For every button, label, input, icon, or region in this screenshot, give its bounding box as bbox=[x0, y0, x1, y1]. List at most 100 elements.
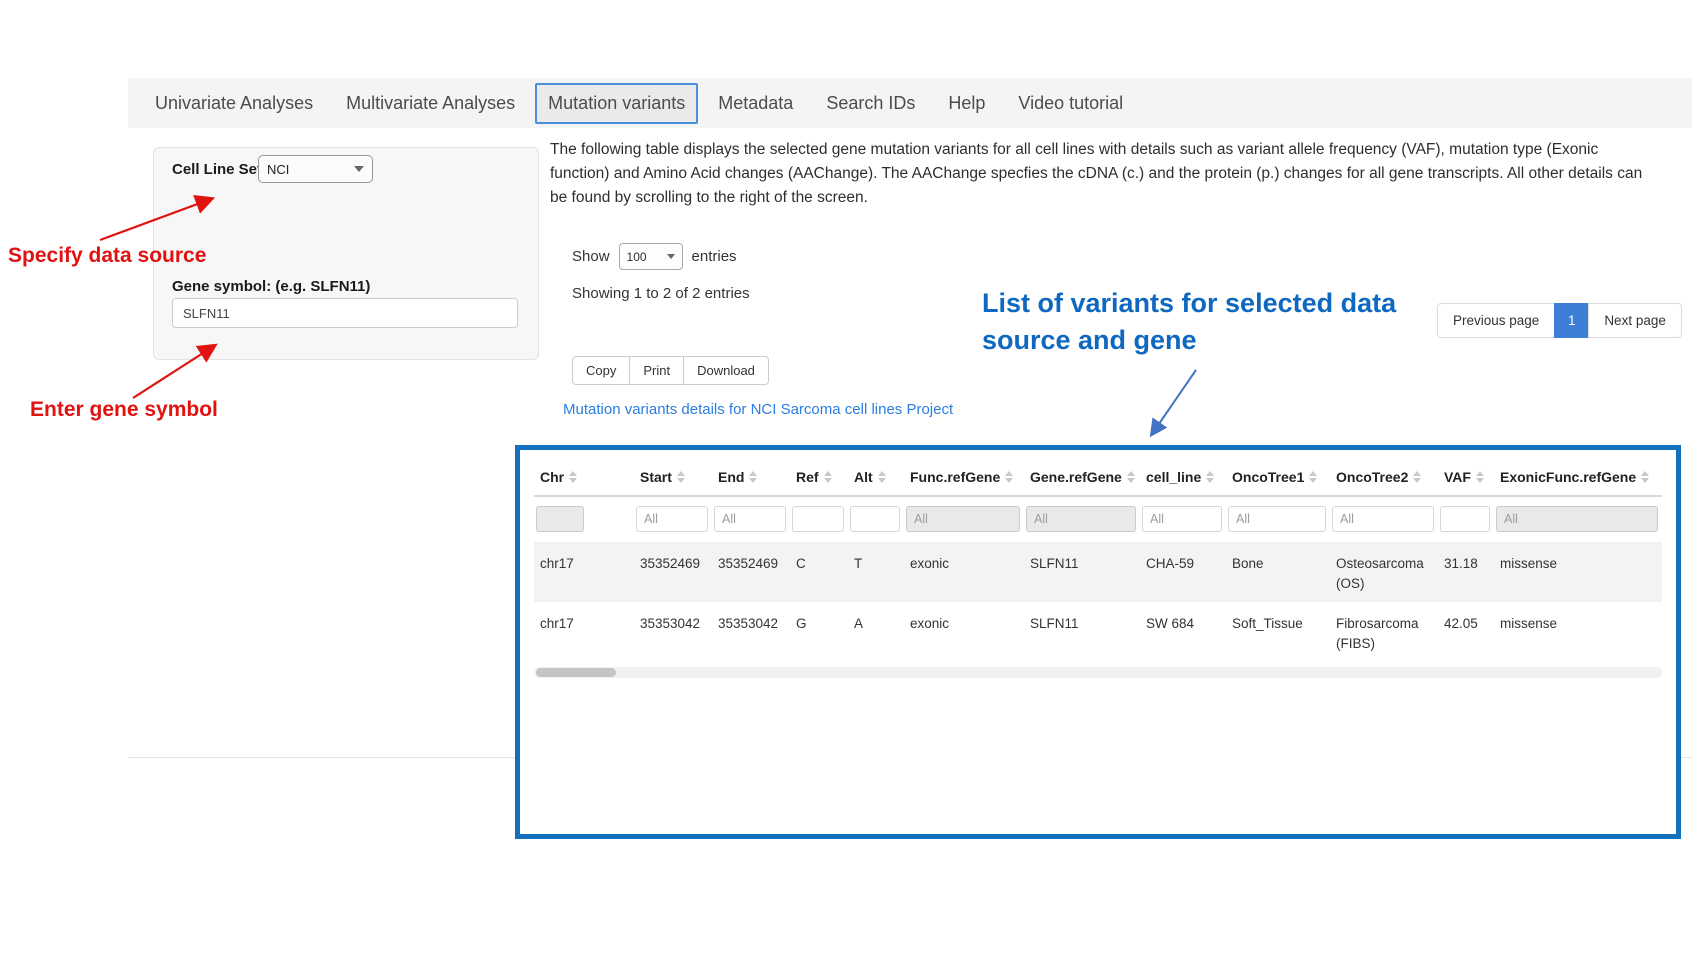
sort-icon[interactable] bbox=[1206, 471, 1214, 483]
cell-end: 35353042 bbox=[712, 602, 790, 662]
query-panel: Cell Line Set NCI Gene symbol: (e.g. SLF… bbox=[153, 147, 539, 360]
tab-video-tutorial[interactable]: Video tutorial bbox=[1005, 83, 1136, 124]
copy-button[interactable]: Copy bbox=[572, 356, 630, 385]
variants-table-container: Chr Start End Ref Alt Func.refGene Gene.… bbox=[515, 445, 1681, 839]
column-header-exonicfunc-refgene[interactable]: ExonicFunc.refGene bbox=[1494, 460, 1662, 495]
cell-exonicfunc-refgene: missense bbox=[1494, 542, 1662, 602]
cell-alt: T bbox=[848, 542, 904, 602]
tab-mutation-variants[interactable]: Mutation variants bbox=[535, 83, 698, 124]
cell-oncotree2: Fibrosarcoma (FIBS) bbox=[1330, 602, 1438, 662]
filter-input-func-refgene[interactable] bbox=[906, 506, 1020, 532]
sort-icon[interactable] bbox=[1641, 471, 1649, 483]
filter-input-ref[interactable] bbox=[792, 506, 844, 532]
column-header-end[interactable]: End bbox=[712, 460, 790, 495]
annotation-enter-gene-symbol: Enter gene symbol bbox=[30, 398, 218, 422]
cell-gene-refgene: SLFN11 bbox=[1024, 602, 1140, 662]
annotation-specify-data-source: Specify data source bbox=[8, 244, 206, 268]
cell-vaf: 31.18 bbox=[1438, 542, 1494, 602]
sort-icon[interactable] bbox=[1127, 471, 1135, 483]
gene-symbol-label: Gene symbol: (e.g. SLFN11) bbox=[172, 278, 370, 295]
page: Univariate Analyses Multivariate Analyse… bbox=[0, 0, 1700, 956]
pagination: Previous page 1 Next page bbox=[1437, 303, 1682, 338]
filter-input-start[interactable] bbox=[636, 506, 708, 532]
filter-input-cell-line[interactable] bbox=[1142, 506, 1222, 532]
table-header-row: Chr Start End Ref Alt Func.refGene Gene.… bbox=[534, 460, 1662, 497]
column-header-start[interactable]: Start bbox=[634, 460, 712, 495]
show-entries-row: Show 100 entries bbox=[572, 243, 737, 270]
cell-start: 35352469 bbox=[634, 542, 712, 602]
scrollbar-thumb[interactable] bbox=[536, 668, 616, 677]
column-header-vaf[interactable]: VAF bbox=[1438, 460, 1494, 495]
tab-metadata[interactable]: Metadata bbox=[705, 83, 806, 124]
showing-entries-text: Showing 1 to 2 of 2 entries bbox=[572, 285, 750, 302]
cell-oncotree1: Bone bbox=[1226, 542, 1330, 602]
download-button[interactable]: Download bbox=[683, 356, 769, 385]
cell-alt: A bbox=[848, 602, 904, 662]
cell-chr: chr17 bbox=[534, 602, 634, 662]
cell-oncotree1: Soft_Tissue bbox=[1226, 602, 1330, 662]
annotation-list-of-variants: List of variants for selected data sourc… bbox=[982, 285, 1396, 359]
sort-icon[interactable] bbox=[1309, 471, 1317, 483]
table-row: chr17 35352469 35352469 C T exonic SLFN1… bbox=[534, 542, 1662, 602]
cell-chr: chr17 bbox=[534, 542, 634, 602]
column-header-ref[interactable]: Ref bbox=[790, 460, 848, 495]
sort-icon[interactable] bbox=[878, 471, 886, 483]
cell-end: 35352469 bbox=[712, 542, 790, 602]
print-button[interactable]: Print bbox=[629, 356, 684, 385]
filter-input-gene-refgene[interactable] bbox=[1026, 506, 1136, 532]
column-header-alt[interactable]: Alt bbox=[848, 460, 904, 495]
page-size-select[interactable]: 100 bbox=[619, 243, 683, 270]
filter-input-oncotree1[interactable] bbox=[1228, 506, 1326, 532]
table-row: chr17 35353042 35353042 G A exonic SLFN1… bbox=[534, 602, 1662, 662]
cell-line-set-value: NCI bbox=[267, 162, 289, 177]
chevron-down-icon bbox=[667, 254, 675, 259]
next-page-button[interactable]: Next page bbox=[1588, 303, 1682, 338]
cell-ref: G bbox=[790, 602, 848, 662]
filter-input-oncotree2[interactable] bbox=[1332, 506, 1434, 532]
current-page-button[interactable]: 1 bbox=[1554, 303, 1589, 338]
main-nav: Univariate Analyses Multivariate Analyse… bbox=[128, 78, 1692, 128]
export-button-group: Copy Print Download bbox=[572, 356, 769, 385]
cell-func-refgene: exonic bbox=[904, 542, 1024, 602]
tab-multivariate-analyses[interactable]: Multivariate Analyses bbox=[333, 83, 528, 124]
entries-label: entries bbox=[692, 248, 737, 265]
cell-line-set-select[interactable]: NCI bbox=[258, 155, 373, 183]
show-label: Show bbox=[572, 248, 610, 265]
filter-input-vaf[interactable] bbox=[1440, 506, 1490, 532]
sort-icon[interactable] bbox=[1005, 471, 1013, 483]
column-header-func-refgene[interactable]: Func.refGene bbox=[904, 460, 1024, 495]
horizontal-scrollbar[interactable] bbox=[534, 667, 1662, 678]
column-header-chr[interactable]: Chr bbox=[534, 460, 634, 495]
table-description: The following table displays the selecte… bbox=[550, 138, 1657, 210]
column-header-cell-line[interactable]: cell_line bbox=[1140, 460, 1226, 495]
cell-func-refgene: exonic bbox=[904, 602, 1024, 662]
cell-gene-refgene: SLFN11 bbox=[1024, 542, 1140, 602]
filter-input-exonicfunc-refgene[interactable] bbox=[1496, 506, 1658, 532]
sort-icon[interactable] bbox=[569, 471, 577, 483]
column-header-gene-refgene[interactable]: Gene.refGene bbox=[1024, 460, 1140, 495]
cell-ref: C bbox=[790, 542, 848, 602]
tab-help[interactable]: Help bbox=[935, 83, 998, 124]
sort-icon[interactable] bbox=[824, 471, 832, 483]
filter-input-alt[interactable] bbox=[850, 506, 900, 532]
tab-univariate-analyses[interactable]: Univariate Analyses bbox=[142, 83, 326, 124]
sort-icon[interactable] bbox=[1476, 471, 1484, 483]
filter-input-end[interactable] bbox=[714, 506, 786, 532]
cell-line-set-label: Cell Line Set bbox=[172, 161, 262, 178]
sort-icon[interactable] bbox=[677, 471, 685, 483]
table-title-link[interactable]: Mutation variants details for NCI Sarcom… bbox=[563, 401, 953, 418]
filter-input-chr[interactable] bbox=[536, 506, 584, 532]
previous-page-button[interactable]: Previous page bbox=[1437, 303, 1555, 338]
blue-arrow-icon bbox=[1152, 370, 1196, 434]
sort-icon[interactable] bbox=[749, 471, 757, 483]
column-header-oncotree2[interactable]: OncoTree2 bbox=[1330, 460, 1438, 495]
sort-icon[interactable] bbox=[1413, 471, 1421, 483]
gene-symbol-input[interactable] bbox=[172, 298, 518, 328]
chevron-down-icon bbox=[354, 166, 364, 172]
column-header-oncotree1[interactable]: OncoTree1 bbox=[1226, 460, 1330, 495]
cell-start: 35353042 bbox=[634, 602, 712, 662]
page-size-value: 100 bbox=[627, 250, 647, 264]
cell-oncotree2: Osteosarcoma (OS) bbox=[1330, 542, 1438, 602]
tab-search-ids[interactable]: Search IDs bbox=[813, 83, 928, 124]
cell-exonicfunc-refgene: missense bbox=[1494, 602, 1662, 662]
